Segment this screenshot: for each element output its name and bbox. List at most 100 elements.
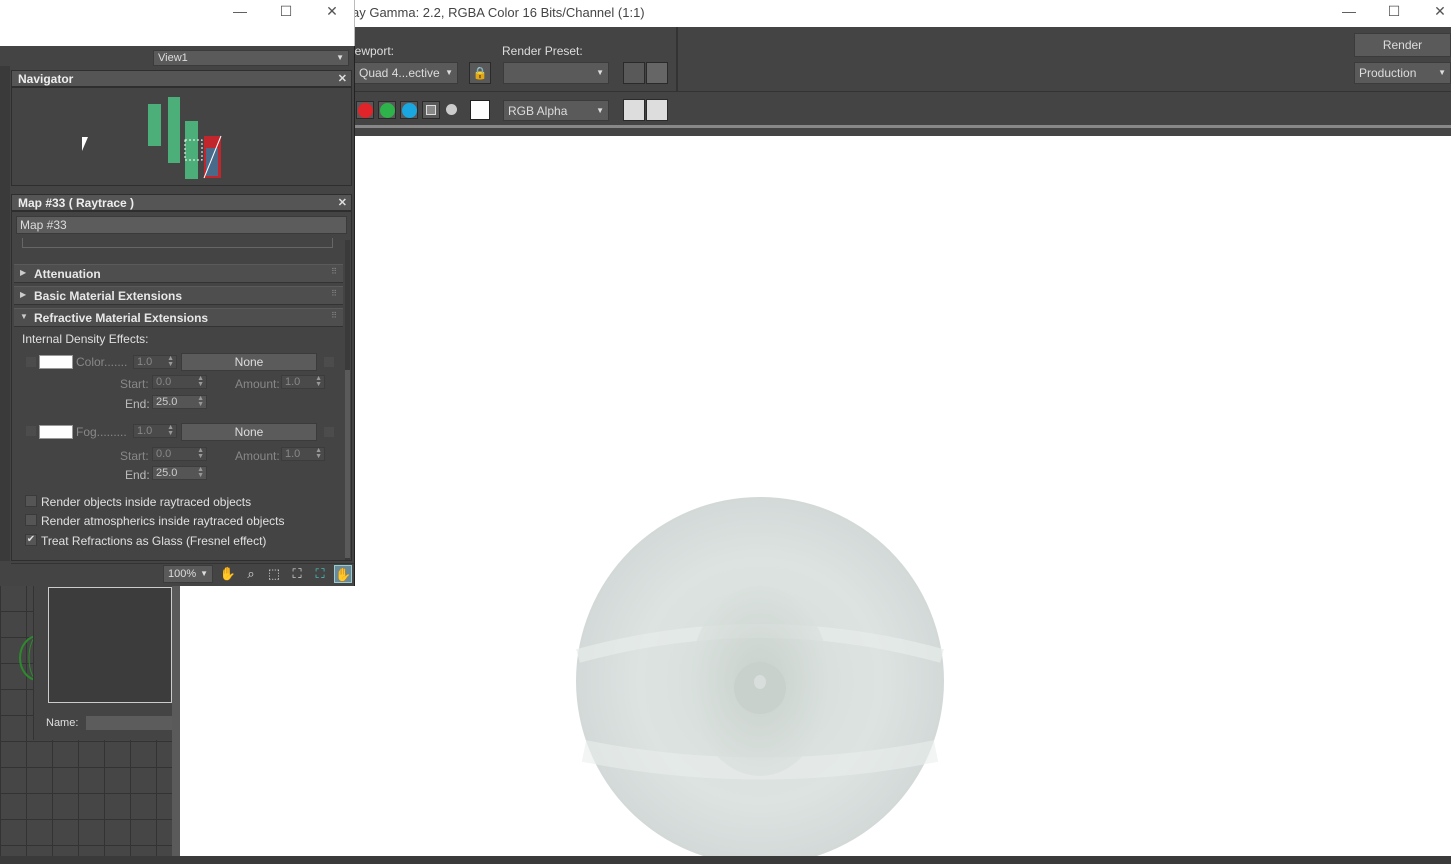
close-icon[interactable]: ✕ <box>338 71 347 88</box>
spinner-arrows-icon: ▲ ▼ <box>167 424 174 437</box>
maximize-icon[interactable]: ☐ <box>278 3 294 19</box>
editor-titlebar: — ☐ ✕ <box>0 0 355 46</box>
collapsed-rollout-bottom <box>22 238 333 248</box>
viewport-dropdown[interactable]: Quad 4...ective ▼ <box>354 62 458 84</box>
spinner-arrows-icon: ▲ ▼ <box>315 375 322 388</box>
environment-icon[interactable] <box>646 62 668 84</box>
color-label: Color....... <box>76 355 128 369</box>
lock-icon[interactable]: 🔒 <box>469 62 491 84</box>
render-preset-label: Render Preset: <box>502 44 583 58</box>
fog-swatch[interactable] <box>39 425 73 439</box>
treat-refractions-checkbox[interactable]: ✔ <box>25 534 37 546</box>
rollout-basic-material-extensions[interactable]: ▶ Basic Material Extensions ⠿ <box>14 286 343 305</box>
color-amount-label: Amount: <box>235 377 280 391</box>
channel-dropdown[interactable]: RGB Alpha ▼ <box>503 100 609 121</box>
viewport-scrollbar[interactable] <box>172 585 180 856</box>
close-icon[interactable]: ✕ <box>338 195 347 212</box>
grip-icon: ⠿ <box>331 289 337 298</box>
render-objects-checkbox[interactable] <box>25 495 37 507</box>
spinner-arrows-icon: ▲ ▼ <box>197 447 204 460</box>
viewport-label: iewport: <box>352 44 395 58</box>
toolbar-separator <box>676 27 678 91</box>
pan-to-selected-icon[interactable]: ✋ <box>334 565 352 583</box>
frame-window-title: ay Gamma: 2.2, RGBA Color 16 Bits/Channe… <box>352 5 645 20</box>
channel-value: RGB Alpha <box>508 104 568 118</box>
zoom-dropdown[interactable]: 100% ▼ <box>163 565 213 583</box>
color-amount2-spinner[interactable]: 1.0 ▲ ▼ <box>281 375 325 389</box>
close-icon[interactable]: ✕ <box>1432 3 1448 19</box>
navigator-title: Navigator ✕ <box>11 70 352 87</box>
render-setup-icon[interactable] <box>623 62 645 84</box>
view-select-value: View1 <box>158 52 188 64</box>
rollout-refractive-material-extensions[interactable]: ▼ Refractive Material Extensions ⠿ <box>14 308 343 327</box>
render-button[interactable]: Render <box>1354 33 1451 57</box>
map-name-field[interactable]: Map #33 <box>16 216 347 234</box>
view-select[interactable]: View1 ▼ <box>153 50 349 66</box>
chevron-right-icon: ▶ <box>20 268 27 277</box>
fog-end-spinner[interactable]: 25.0 ▲ ▼ <box>152 466 207 480</box>
close-icon[interactable]: ✕ <box>324 3 340 19</box>
monochrome-icon[interactable] <box>446 104 457 115</box>
spinner-arrows-icon: ▲ ▼ <box>197 375 204 388</box>
spinner-value: 1.0 <box>137 425 153 437</box>
minimize-icon[interactable]: — <box>1341 3 1357 19</box>
frame-status-bar <box>0 856 1451 864</box>
alpha-channel-button[interactable] <box>422 101 440 119</box>
chevron-right-icon: ▶ <box>20 290 27 299</box>
rollout-attenuation[interactable]: ▶ Attenuation ⠿ <box>14 264 343 283</box>
zoom-region-icon[interactable]: ⬚ <box>265 565 283 583</box>
color-map-button[interactable]: None <box>181 353 317 371</box>
spinner-value: 1.0 <box>285 448 301 460</box>
maximize-icon[interactable]: ☐ <box>1386 3 1402 19</box>
spinner-arrows-icon: ▲ ▼ <box>197 466 204 479</box>
background-color-swatch[interactable] <box>470 100 490 120</box>
rollout-label: Attenuation <box>34 267 101 281</box>
fog-amount2-spinner[interactable]: 1.0 ▲ ▼ <box>281 447 325 461</box>
fog-start-spinner[interactable]: 0.0 ▲ ▼ <box>152 447 207 461</box>
fog-amount-spinner[interactable]: 1.0 ▲ ▼ <box>133 424 177 438</box>
spinner-arrows-icon: ▲ ▼ <box>315 447 322 460</box>
frame-buffer-icon[interactable] <box>646 99 668 121</box>
fog-map-checkbox[interactable] <box>323 426 335 438</box>
render-output-area <box>180 136 1451 864</box>
production-dropdown[interactable]: Production ▼ <box>1354 62 1451 84</box>
color-start-spinner[interactable]: 0.0 ▲ ▼ <box>152 375 207 389</box>
chevron-down-icon: ▼ <box>596 106 604 115</box>
params-scrollbar[interactable] <box>345 240 350 560</box>
spinner-arrows-icon: ▲ ▼ <box>197 395 204 408</box>
display-toggle-icon[interactable] <box>623 99 645 121</box>
rollout-label: Basic Material Extensions <box>34 289 183 303</box>
fog-enable-checkbox[interactable] <box>25 425 37 437</box>
viewport-value: Quad 4...ective <box>359 66 440 80</box>
spinner-value: 25.0 <box>156 467 178 479</box>
grip-icon: ⠿ <box>331 311 337 320</box>
green-channel-button[interactable] <box>378 101 396 119</box>
grip-icon: ⠿ <box>331 267 337 276</box>
pan-icon[interactable]: ✋ <box>219 565 237 583</box>
color-end-spinner[interactable]: 25.0 ▲ ▼ <box>152 395 207 409</box>
params-scrollbar-thumb[interactable] <box>345 370 350 558</box>
color-end-label: End: <box>125 397 150 411</box>
render-atmospherics-checkbox[interactable] <box>25 514 37 526</box>
color-map-checkbox[interactable] <box>323 356 335 368</box>
spinner-arrows-icon: ▲ ▼ <box>167 355 174 368</box>
name-field[interactable] <box>86 716 172 730</box>
render-preset-dropdown[interactable]: ▼ <box>503 62 609 84</box>
minimize-icon[interactable]: — <box>232 3 248 19</box>
rollout-label: Refractive Material Extensions <box>34 311 209 325</box>
mouse-cursor <box>82 137 94 151</box>
color-swatch[interactable] <box>39 355 73 369</box>
zoom-extents-selected-icon[interactable]: ⛶ <box>311 565 329 583</box>
zoom-extents-icon[interactable]: ⛶ <box>288 565 306 583</box>
fog-amount-label: Amount: <box>235 449 280 463</box>
color-enable-checkbox[interactable] <box>25 356 37 368</box>
navigator-view[interactable] <box>11 87 352 186</box>
fog-end-label: End: <box>125 468 150 482</box>
color-amount-spinner[interactable]: 1.0 ▲ ▼ <box>133 355 177 369</box>
red-channel-button[interactable] <box>356 101 374 119</box>
blue-channel-button[interactable] <box>400 101 418 119</box>
rendered-glass-sphere <box>576 497 944 864</box>
material-preview-box <box>48 587 172 703</box>
fog-map-button[interactable]: None <box>181 423 317 441</box>
zoom-icon[interactable]: ⌕ <box>242 565 260 583</box>
